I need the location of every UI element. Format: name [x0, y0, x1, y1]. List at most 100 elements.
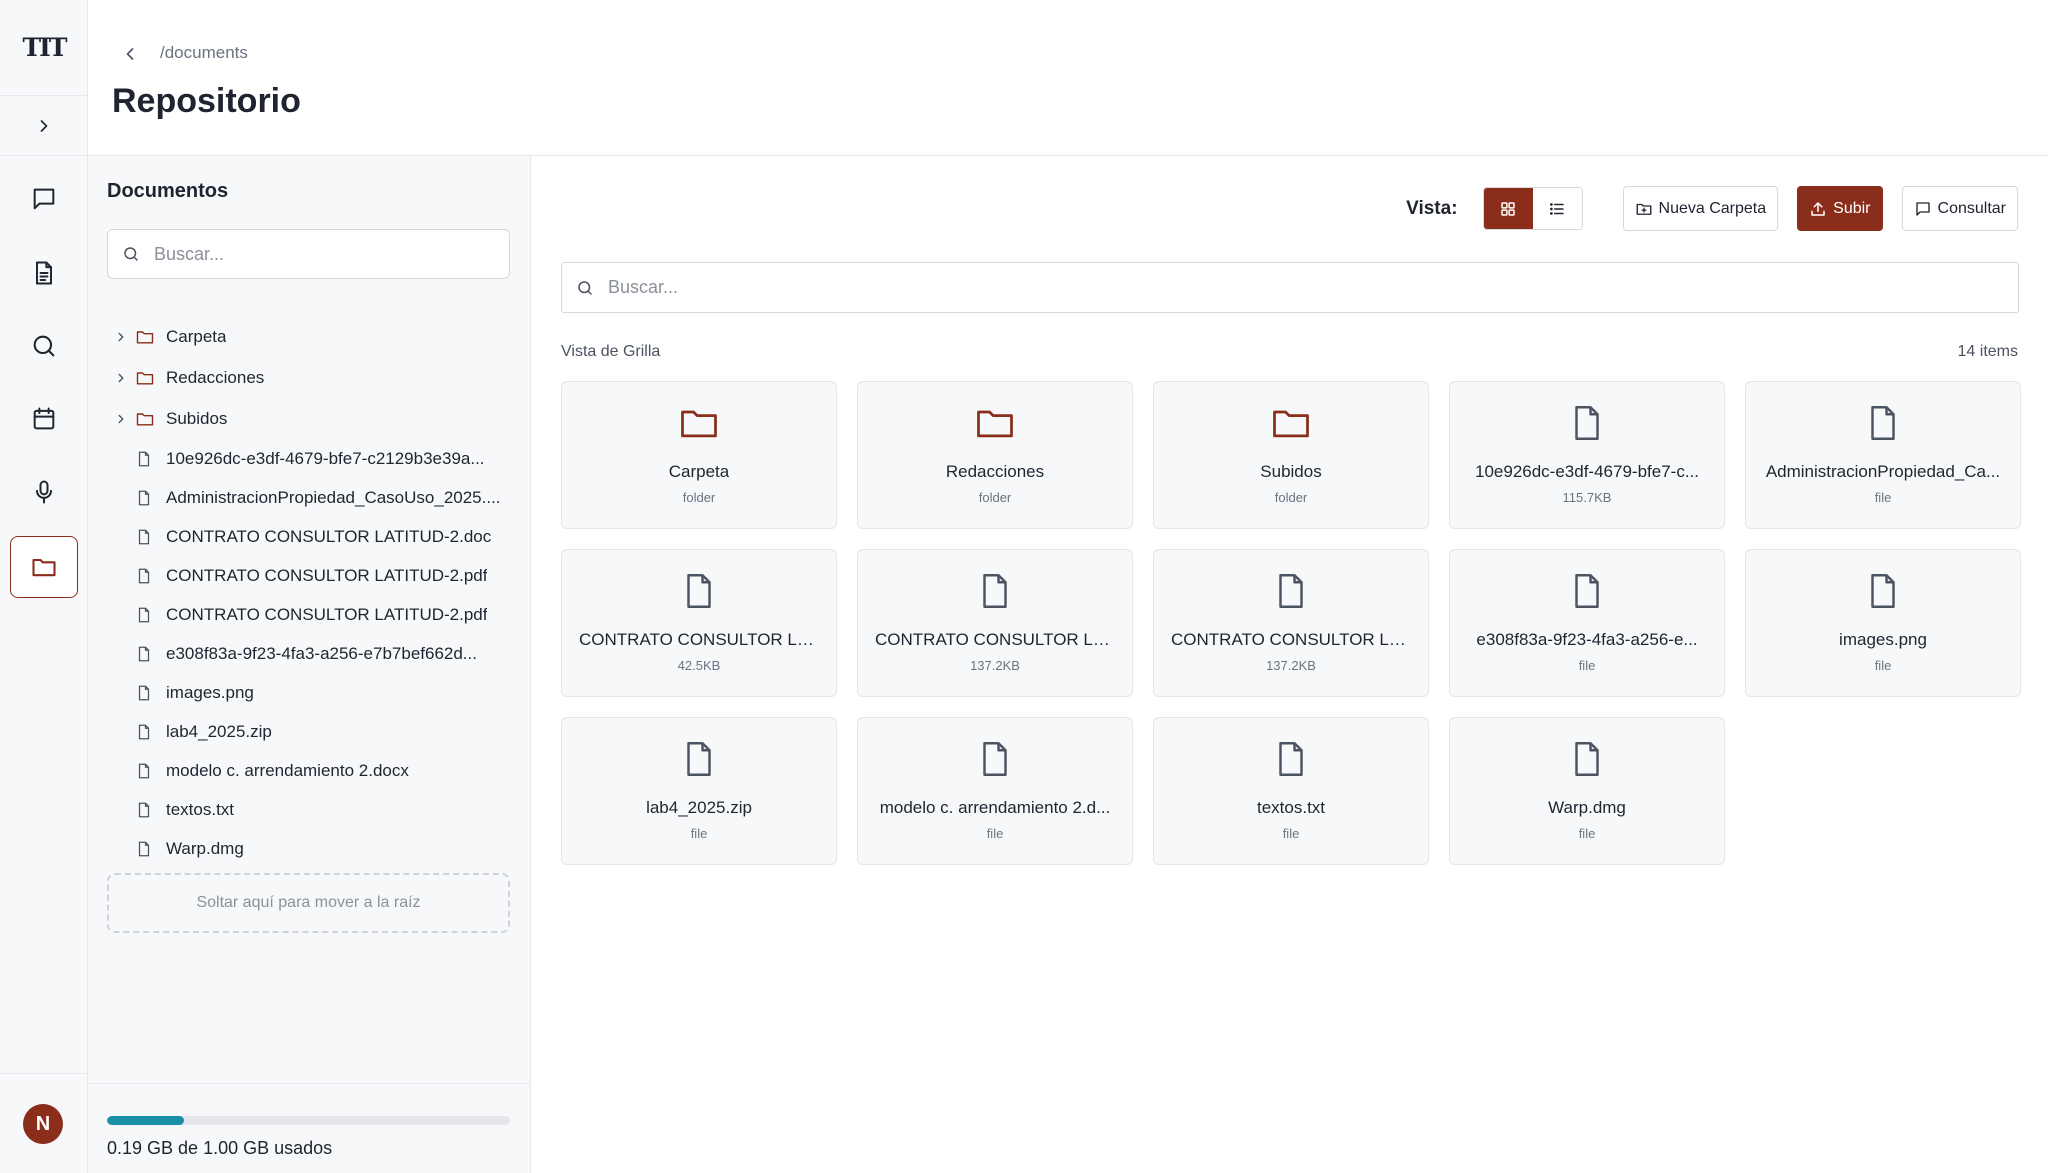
file-icon [135, 567, 157, 585]
file-icon [135, 723, 157, 741]
chevron-right-icon[interactable] [107, 412, 135, 426]
folder-icon [135, 409, 157, 429]
card-meta: folder [1274, 490, 1308, 505]
file-card[interactable]: lab4_2025.zip file [561, 717, 837, 865]
view-label: Vista: [1406, 197, 1458, 219]
nav-calendar-button[interactable] [10, 388, 78, 450]
file-card[interactable]: images.png file [1745, 549, 2021, 697]
card-meta: 42.5KB [677, 658, 721, 673]
file-card[interactable]: CONTRATO CONSULTOR LAT... 137.2KB [857, 549, 1133, 697]
card-meta: file [986, 826, 1004, 841]
file-card[interactable]: modelo c. arrendamiento 2.d... file [857, 717, 1133, 865]
nav-microphone-button[interactable] [10, 461, 78, 523]
upload-icon [1809, 200, 1833, 218]
file-card[interactable]: 10e926dc-e3df-4679-bfe7-c... 115.7KB [1449, 381, 1725, 529]
card-meta: file [1874, 658, 1892, 673]
page-header: /documents Repositorio [88, 0, 2048, 156]
expand-sidebar-button[interactable] [0, 96, 88, 156]
card-meta: file [690, 826, 708, 841]
repository-main: Vista: Nueva Carpeta Subir Consultar Bus… [532, 156, 2048, 1173]
storage-progress-bar [107, 1116, 510, 1125]
nav-documents-button[interactable] [10, 242, 78, 304]
tree-item-label: AdministracionPropiedad_CasoUso_2025.... [166, 487, 501, 507]
app-logo[interactable]: TIT [0, 0, 88, 96]
file-icon [1270, 738, 1312, 780]
document-text-icon [30, 259, 58, 287]
tree-folder-item[interactable]: Redacciones [107, 357, 517, 398]
nav-repository-button[interactable] [10, 536, 78, 598]
main-search-input[interactable] [608, 277, 1908, 298]
tree-file-item[interactable]: textos.txt [107, 790, 517, 829]
file-icon [678, 738, 720, 780]
icon-rail: TIT N [0, 0, 88, 1173]
avatar-initial: N [35, 1112, 51, 1135]
file-icon [1862, 570, 1904, 612]
chevron-right-icon[interactable] [107, 371, 135, 385]
chat-icon [1914, 200, 1938, 218]
tree-item-label: Carpeta [166, 326, 227, 346]
tree-file-item[interactable]: AdministracionPropiedad_CasoUso_2025.... [107, 478, 517, 517]
search-icon [122, 245, 140, 263]
card-name: CONTRATO CONSULTOR LAT... [875, 630, 1115, 649]
card-name: Subidos [1260, 462, 1322, 481]
file-icon [1270, 570, 1312, 612]
tree-search-input[interactable] [154, 243, 474, 265]
logo-text: TIT [22, 33, 68, 62]
tree-file-item[interactable]: Warp.dmg [107, 829, 517, 868]
tree-item-label: 10e926dc-e3df-4679-bfe7-c2129b3e39a... [166, 448, 485, 468]
folder-icon [677, 402, 721, 444]
microphone-icon [30, 478, 58, 506]
folder-icon [973, 402, 1017, 444]
file-card[interactable]: e308f83a-9f23-4fa3-a256-e... file [1449, 549, 1725, 697]
root-drop-zone[interactable]: Soltar aquí para mover a la raíz [107, 873, 510, 933]
search-icon [30, 332, 58, 360]
file-icon [135, 762, 157, 780]
file-card[interactable]: CONTRATO CONSULTOR LAT... 137.2KB [1153, 549, 1429, 697]
file-card[interactable]: textos.txt file [1153, 717, 1429, 865]
folder-card[interactable]: Redacciones folder [857, 381, 1133, 529]
folder-plus-icon [1635, 200, 1659, 218]
avatar[interactable]: N [23, 1104, 63, 1144]
consult-button[interactable]: Consultar [1901, 186, 2018, 231]
back-button[interactable] [116, 40, 144, 68]
list-view-button[interactable] [1532, 188, 1582, 229]
breadcrumb[interactable]: /documents [160, 43, 248, 63]
nav-chat-button[interactable] [10, 168, 78, 230]
tree-item-label: images.png [166, 682, 254, 702]
tree-file-item[interactable]: 10e926dc-e3df-4679-bfe7-c2129b3e39a... [107, 439, 517, 478]
tree-file-item[interactable]: CONTRATO CONSULTOR LATITUD-2.doc [107, 517, 517, 556]
tree-file-item[interactable]: lab4_2025.zip [107, 712, 517, 751]
tree-folder-item[interactable]: Carpeta [107, 316, 517, 357]
tree-file-item[interactable]: CONTRATO CONSULTOR LATITUD-2.pdf [107, 595, 517, 634]
tree-item-label: Subidos [166, 408, 228, 428]
file-card[interactable]: Warp.dmg file [1449, 717, 1725, 865]
file-card[interactable]: CONTRATO CONSULTOR LAT... 42.5KB [561, 549, 837, 697]
new-folder-button[interactable]: Nueva Carpeta [1622, 186, 1779, 231]
card-name: CONTRATO CONSULTOR LAT... [1171, 630, 1411, 649]
tree-file-item[interactable]: CONTRATO CONSULTOR LATITUD-2.pdf [107, 556, 517, 595]
folder-icon [135, 327, 157, 347]
folder-card[interactable]: Carpeta folder [561, 381, 837, 529]
file-icon [974, 570, 1016, 612]
file-icon [135, 684, 157, 702]
tree-file-item[interactable]: e308f83a-9f23-4fa3-a256-e7b7bef662d... [107, 634, 517, 673]
nav-search-button[interactable] [10, 315, 78, 377]
tree-file-item[interactable]: modelo c. arrendamiento 2.docx [107, 751, 517, 790]
search-icon [576, 279, 594, 297]
card-name: AdministracionPropiedad_Ca... [1765, 462, 2001, 481]
grid-view-button[interactable] [1483, 188, 1533, 229]
file-icon [1862, 402, 1904, 444]
tree-file-item[interactable]: images.png [107, 673, 517, 712]
chevron-right-icon[interactable] [107, 330, 135, 344]
file-icon [135, 450, 157, 468]
card-name: e308f83a-9f23-4fa3-a256-e... [1476, 630, 1698, 649]
grid-icon [1499, 200, 1517, 218]
file-icon [1566, 402, 1608, 444]
documents-tree-panel: Documentos Carpeta Redacciones Subidos 10e9… [88, 156, 531, 1173]
calendar-icon [30, 405, 58, 433]
file-card[interactable]: AdministracionPropiedad_Ca... file [1745, 381, 2021, 529]
folder-card[interactable]: Subidos folder [1153, 381, 1429, 529]
tree-item-label: CONTRATO CONSULTOR LATITUD-2.doc [166, 526, 492, 546]
tree-folder-item[interactable]: Subidos [107, 398, 517, 439]
upload-button[interactable]: Subir [1797, 186, 1883, 231]
